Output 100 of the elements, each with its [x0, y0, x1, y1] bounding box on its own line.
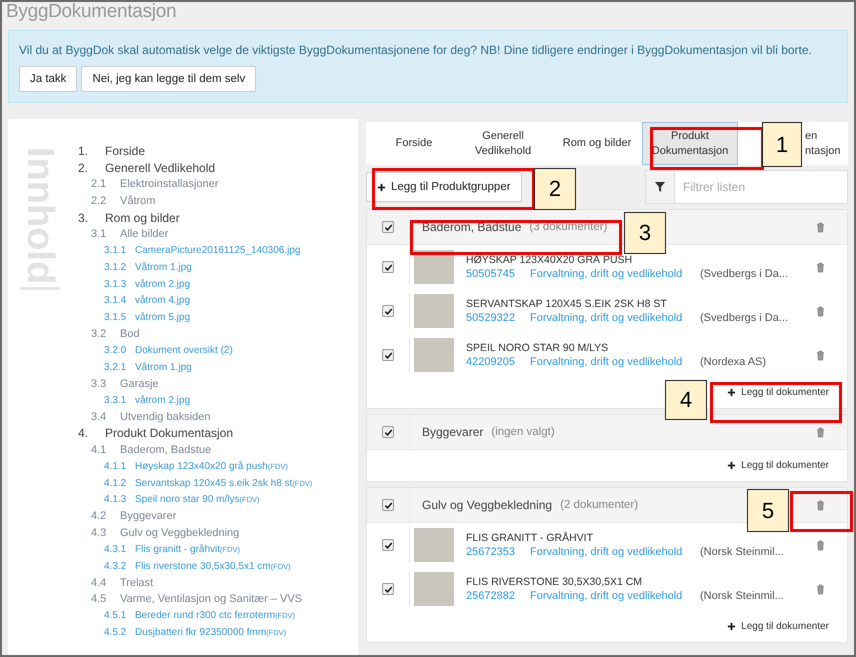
outline-number: 4.3.2 — [104, 560, 128, 572]
outline-link[interactable]: Gulv og Veggbekledning — [120, 526, 240, 539]
trash-icon[interactable] — [816, 500, 825, 510]
outline-link[interactable]: Baderom, Badstue — [120, 444, 212, 456]
category-link[interactable]: Forvaltning, drift og vedlikehold — [530, 590, 700, 602]
outline-link[interactable]: Bod — [120, 328, 140, 340]
add-documents-button[interactable]: Legg til dokumenter — [727, 617, 829, 636]
outline-number: 3.2.0 — [104, 344, 128, 356]
photo-placeholder — [414, 294, 454, 328]
outline-link[interactable]: våtrom 2.jpg — [135, 394, 190, 406]
category-link[interactable]: Forvaltning, drift og vedlikehold — [530, 546, 700, 558]
plus-icon — [727, 461, 736, 470]
outline-link[interactable]: våtrom 5.jpg — [135, 312, 190, 323]
outline-number: 4.1.3 — [104, 494, 128, 506]
group-count: (2 dokumenter) — [560, 499, 638, 511]
app-title: ByggDokumentasjon — [5, 2, 178, 24]
tab[interactable]: Generell Vedlikehold — [454, 122, 552, 165]
outline-link[interactable]: våtrom 4.jpg — [135, 295, 190, 306]
outline-link[interactable]: Rom og bilder — [105, 210, 180, 225]
category-link[interactable]: Forvaltning, drift og vedlikehold — [530, 268, 700, 280]
add-product-groups-button[interactable]: Legg til Produktgrupper — [366, 172, 522, 202]
outline-number: 4.2 — [91, 510, 108, 522]
outline-link[interactable]: Dokument oversikt (2) — [135, 344, 233, 356]
outline-link[interactable]: CameraPicture20161125_140306.jpg — [135, 245, 300, 256]
outline-number: 4.3 — [91, 526, 108, 539]
trash-icon[interactable] — [816, 306, 825, 316]
outline-link[interactable]: Garasje — [120, 378, 159, 390]
plus-icon — [377, 182, 386, 192]
outline-link[interactable]: Våtrom 1.jpg — [135, 262, 192, 273]
outline-link[interactable]: Produkt Dokumentasjon — [105, 426, 234, 440]
checkbox[interactable] — [382, 539, 394, 551]
tab[interactable]: Forside — [374, 122, 454, 165]
checkbox[interactable] — [382, 305, 394, 317]
outline-number: 3.3 — [91, 378, 108, 390]
notice-message: Vil du at ByggDok skal automatisk velge de viktigste ByggDokumentasjonene for deg? NB! Dine tidligere endringer i ByggDokumentasjon vil bli borte. — [19, 43, 813, 57]
photo-placeholder — [414, 528, 454, 562]
outline-number: 4.5 — [91, 593, 108, 606]
product-title: HØYSKAP 123X40X20 GRÅ PUSH — [466, 254, 634, 266]
outline-link[interactable]: Elektroinstallasjoner — [120, 178, 218, 190]
checkbox[interactable] — [382, 221, 394, 233]
add-documents-button[interactable]: Legg til dokumenter — [727, 456, 829, 475]
checkbox[interactable] — [382, 349, 394, 361]
product-number-link[interactable]: 25672882 — [466, 590, 530, 602]
outline-number: 1. — [78, 144, 90, 158]
product-number-link[interactable]: 42209205 — [466, 356, 530, 368]
filter-icon — [655, 182, 665, 192]
checkbox[interactable] — [382, 499, 394, 511]
highlight-frame — [790, 491, 853, 532]
supplier-name: (Svedbergs i Da... — [700, 312, 788, 324]
outline-number: 4.1 — [91, 444, 108, 456]
supplier-name: (Svedbergs i Da... — [700, 268, 788, 280]
outline-number: 4.1.1 — [104, 461, 128, 472]
callout-number: 4 — [665, 380, 707, 420]
product-title: FLIS GRANITT - GRÅHVIT — [466, 532, 594, 544]
add-documents-button[interactable]: Legg til dokumenter — [727, 383, 829, 402]
outline-link[interactable]: Forside — [105, 144, 146, 158]
outline-number: 3.3.1 — [104, 394, 128, 406]
outline-number: 4. — [78, 426, 90, 440]
trash-icon[interactable] — [816, 262, 825, 272]
trash-icon[interactable] — [816, 584, 825, 594]
outline-number: 3. — [78, 210, 90, 225]
filter-button[interactable] — [645, 170, 675, 204]
photo-placeholder — [414, 338, 454, 372]
trash-icon[interactable] — [816, 540, 825, 550]
outline-link[interactable]: Trelast — [120, 576, 154, 589]
checkbox[interactable] — [382, 583, 394, 595]
category-link[interactable]: Forvaltning, drift og vedlikehold — [530, 312, 700, 324]
trash-icon[interactable] — [816, 350, 825, 360]
product-title: SPEIL NORO STAR 90 M/LYS — [466, 342, 610, 354]
plus-icon — [727, 622, 736, 631]
outline-number: 3.1 — [91, 228, 108, 240]
trash-icon[interactable] — [816, 426, 825, 438]
outline-number: 4.4 — [91, 576, 108, 589]
outline-link[interactable]: Generell Vedlikehold — [105, 160, 216, 175]
notice-button[interactable]: Nei, jeg kan legge til dem selv — [81, 66, 256, 92]
trash-icon[interactable] — [816, 222, 825, 232]
outline-number: 3.2 — [91, 328, 108, 340]
outline-link[interactable]: Varme, Ventilasjon og Sanitær – VVS — [120, 593, 302, 606]
outline-link[interactable]: Utvendig baksiden — [120, 410, 211, 423]
product-number-link[interactable]: 25672353 — [466, 546, 530, 558]
outline-link[interactable]: våtrom 2.jpg — [135, 278, 190, 290]
group-name: Gulv og Veggbekledning — [422, 498, 552, 512]
tab[interactable]: Rom og bilder — [552, 122, 642, 165]
outline-link[interactable]: Våtrom — [120, 195, 156, 208]
outline-number: 2.2 — [91, 195, 108, 208]
outline-link[interactable]: Alle bilder — [120, 228, 168, 240]
outline-number: 3.1.4 — [104, 295, 128, 306]
outline-number: 3.2.1 — [104, 362, 128, 373]
outline-link[interactable]: Våtrom 1.jpg — [135, 362, 192, 373]
checkbox[interactable] — [382, 261, 394, 273]
filter-field[interactable]: Filtrer listen — [675, 170, 848, 204]
product-number-link[interactable]: 50529322 — [466, 312, 530, 324]
product-number-link[interactable]: 50505745 — [466, 268, 530, 280]
tab[interactable]: Produkt Dokumentasjon — [642, 122, 738, 165]
notice-button[interactable]: Ja takk — [19, 66, 78, 92]
category-link[interactable]: Forvaltning, drift og vedlikehold — [530, 356, 700, 368]
checkbox[interactable] — [382, 426, 394, 438]
outline-link[interactable]: Byggevarer — [120, 510, 176, 522]
callout-number: 5 — [747, 489, 789, 532]
tab[interactable]: en ntasjon — [802, 122, 846, 165]
